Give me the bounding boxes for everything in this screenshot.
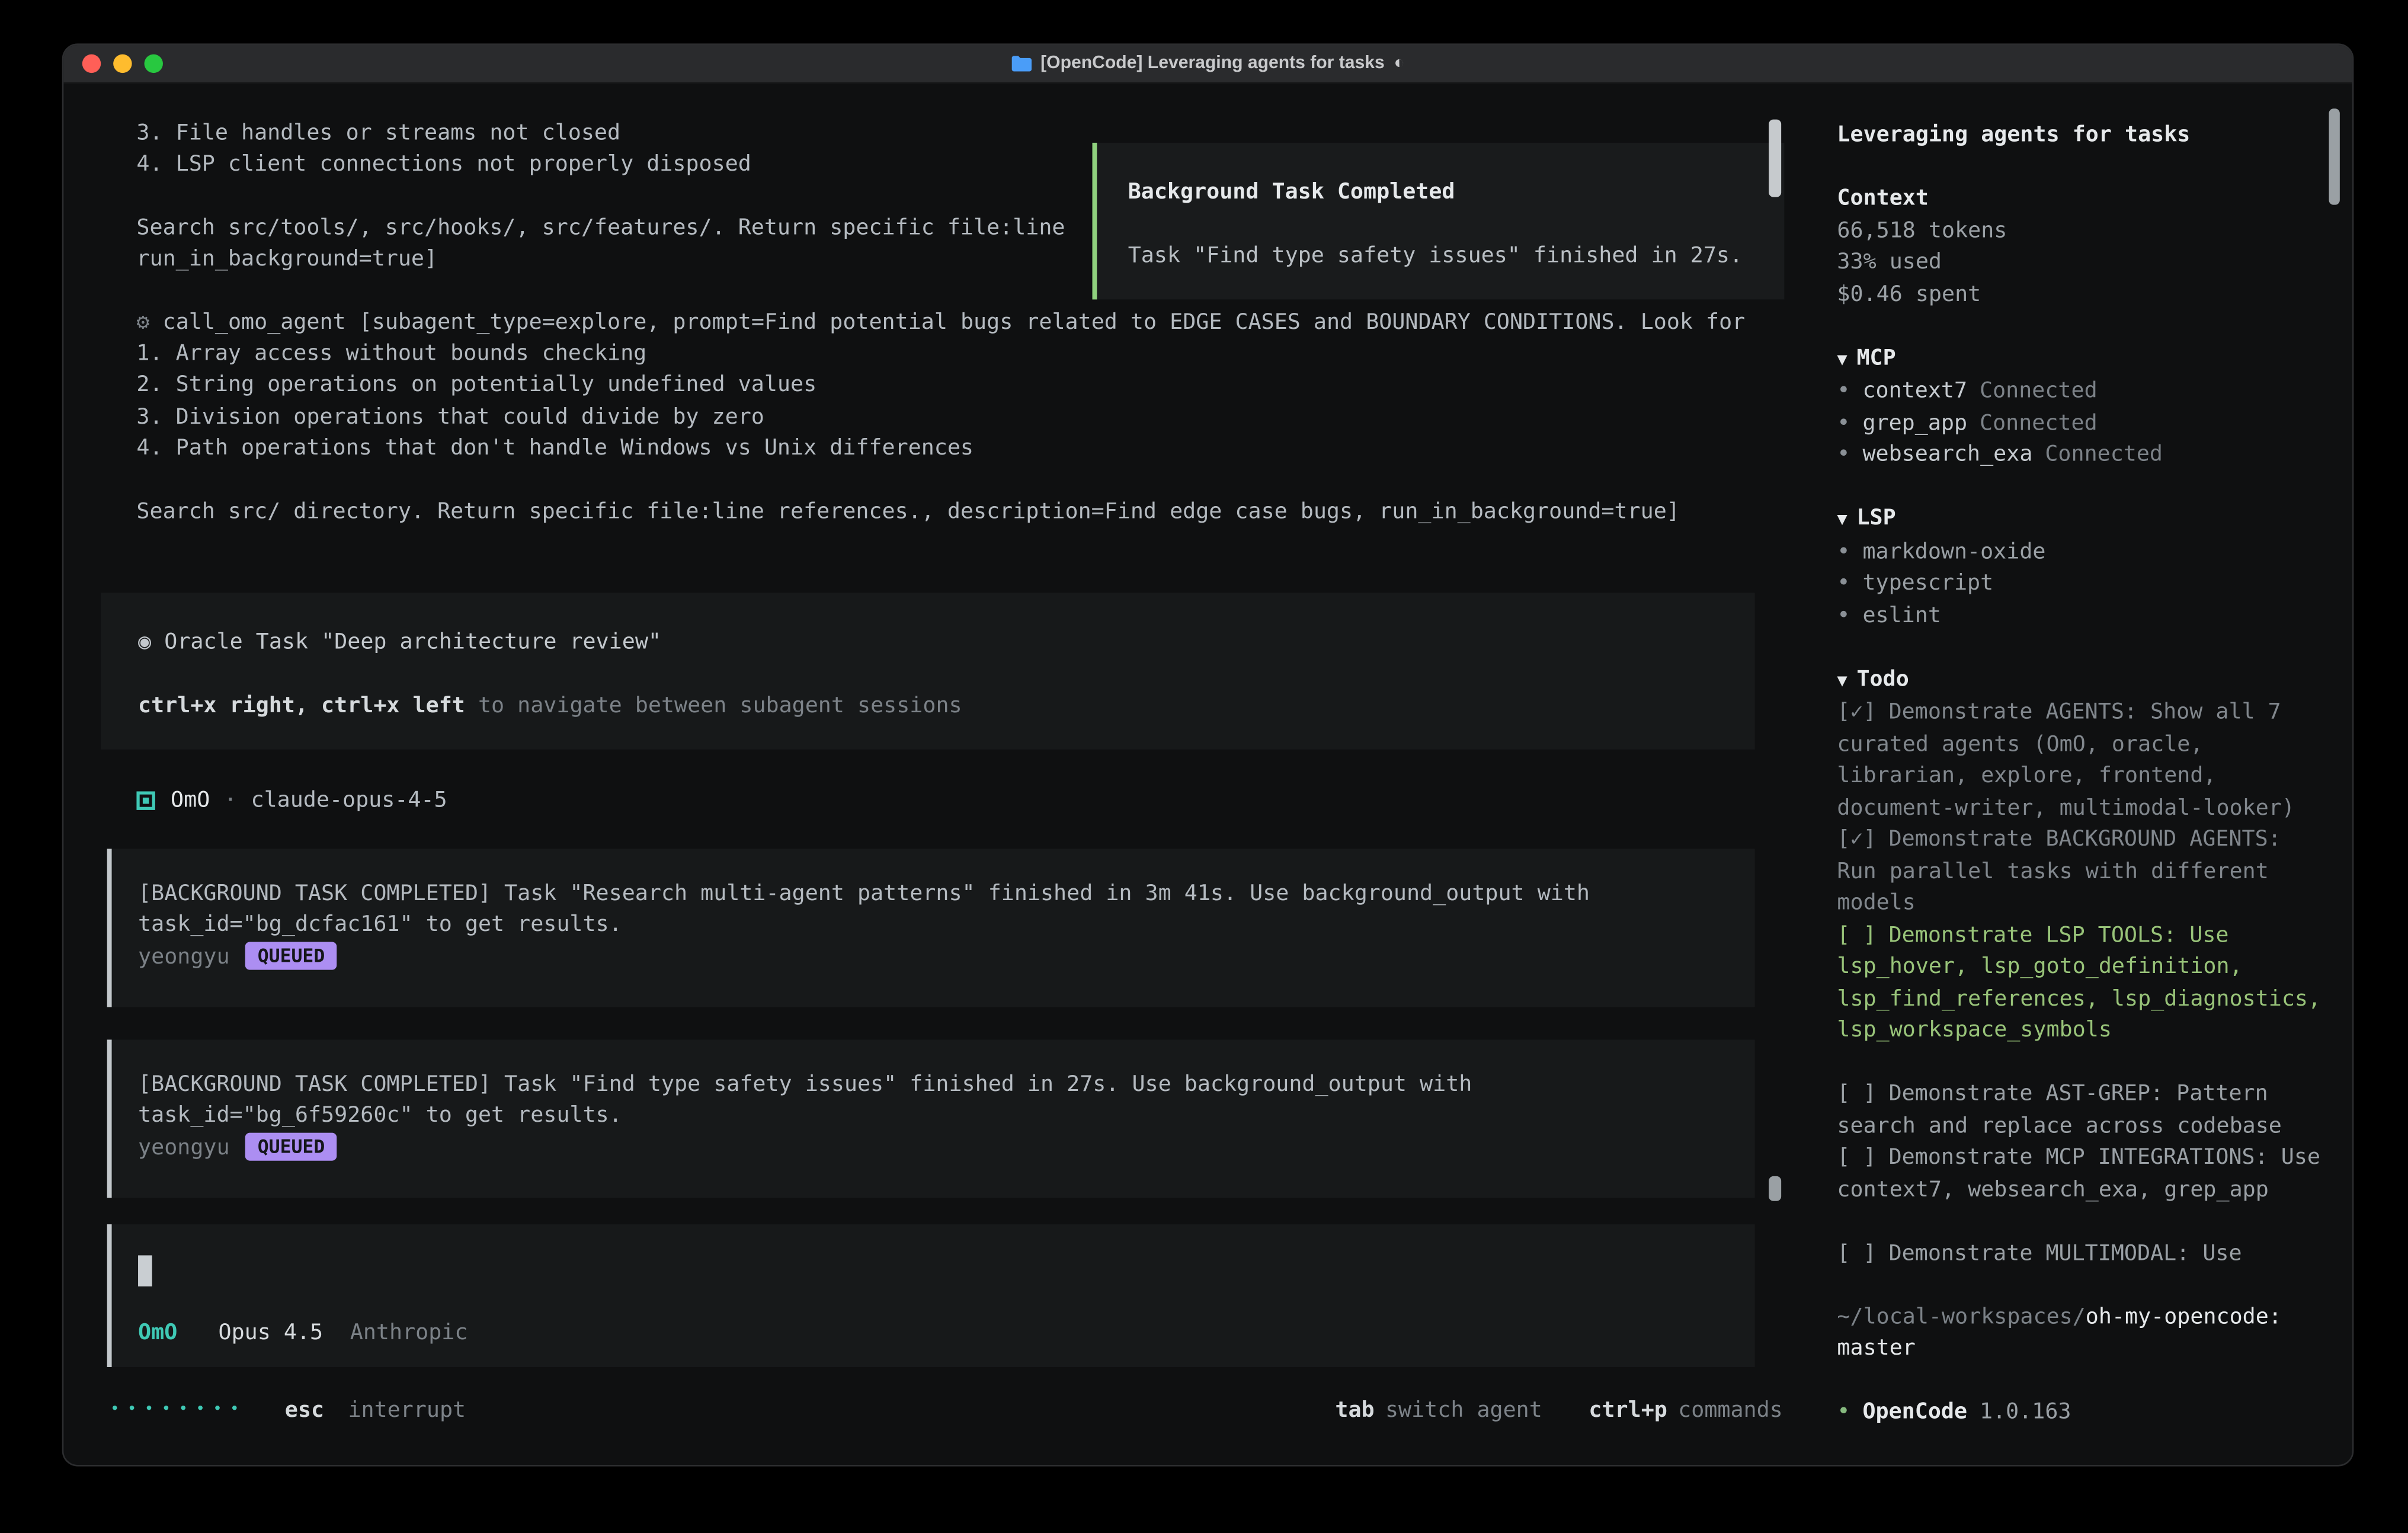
lsp-item: •markdown-oxide	[1837, 536, 2327, 568]
active-model-label: Opus 4.5	[219, 1320, 324, 1345]
message-text: [BACKGROUND TASK COMPLETED] Task "Find t…	[138, 1069, 1724, 1100]
titlebar[interactable]: [OpenCode] Leveraging agents for tasks ◐	[63, 45, 2352, 84]
desktop-background: [OpenCode] Leveraging agents for tasks ◐…	[0, 0, 2408, 1533]
oracle-task-panel: ◉ Oracle Task "Deep architecture review"…	[101, 593, 1754, 749]
window-title-text: [OpenCode] Leveraging agents for tasks	[1040, 55, 1385, 73]
todo-item: [ ]Demonstrate MULTIMODAL: Use	[1837, 1237, 2327, 1269]
todo-item: [ ]Demonstrate AST-GREP: Pattern search …	[1837, 1078, 2327, 1142]
text-cursor	[138, 1255, 152, 1286]
mcp-item: •grep_appConnected	[1837, 407, 2327, 439]
checkbox-empty-icon: [ ]	[1837, 923, 1876, 948]
agent-checkbox-icon	[136, 792, 155, 810]
spinner-dots-icon: ••••••••	[110, 1401, 247, 1419]
tool-call-item: 3. Division operations that could divide…	[136, 401, 1745, 433]
bullet-icon: •	[1837, 603, 1850, 628]
commands-hint: ctrl+pcommands	[1589, 1395, 1782, 1426]
active-agent-label: OmO	[138, 1320, 177, 1345]
tool-call-footer: Search src/ directory. Return specific f…	[136, 496, 1745, 527]
context-heading: Context	[1837, 183, 2327, 215]
agent-header: OmO · claude-opus-4-5	[136, 785, 447, 817]
todo-item: [ ]Demonstrate MCP INTEGRATIONS: Use con…	[1837, 1142, 2327, 1205]
separator-dot: ·	[224, 785, 237, 817]
bullet-icon: •	[1837, 1400, 1850, 1425]
bullet-icon: •	[1837, 379, 1850, 404]
todo-item: [✓]Demonstrate BACKGROUND AGENTS: Run pa…	[1837, 824, 2327, 919]
statusbar-left: •••••••• esc interrupt	[110, 1395, 466, 1426]
gear-icon: ⚙	[136, 310, 149, 335]
window-title: [OpenCode] Leveraging agents for tasks ◐	[63, 45, 2352, 82]
message-meta: yeongyu QUEUED	[138, 941, 1724, 972]
statusbar-right: tabswitch agent ctrl+pcommands	[1335, 1395, 1782, 1426]
message-text: task_id="bg_dcfac161" to get results.	[138, 910, 1724, 941]
app-version: •OpenCode1.0.163	[1837, 1397, 2327, 1429]
toast-body: Task "Find type safety issues" finished …	[1128, 240, 1753, 271]
scrollbar-thumb[interactable]	[1769, 120, 1781, 197]
chevron-down-icon: ▼	[1837, 509, 1847, 529]
minimize-button[interactable]	[113, 55, 132, 73]
oracle-task-title: ◉ Oracle Task "Deep architecture review"	[138, 627, 1755, 658]
session-sidebar: Leveraging agents for tasks Context 66,5…	[1813, 84, 2352, 1465]
toast-title: Background Task Completed	[1128, 177, 1753, 209]
checkbox-empty-icon: [ ]	[1837, 1241, 1876, 1266]
close-button[interactable]	[82, 55, 101, 73]
bullet-icon: •	[1837, 442, 1850, 467]
message-text: task_id="bg_6f59260c" to get results.	[138, 1100, 1724, 1132]
queued-message[interactable]: [BACKGROUND TASK COMPLETED] Task "Resear…	[107, 849, 1755, 1007]
bullet-icon: •	[1837, 411, 1850, 436]
tab-hint: tabswitch agent	[1335, 1395, 1542, 1426]
agent-model: claude-opus-4-5	[251, 785, 447, 817]
tool-call-item: 1. Array access without bounds checking	[136, 338, 1745, 370]
esc-key-label: interrupt	[348, 1398, 466, 1423]
status-badge: QUEUED	[245, 1132, 337, 1160]
folder-icon	[1011, 56, 1031, 71]
lsp-item: •typescript	[1837, 568, 2327, 600]
bullet-icon: •	[1837, 571, 1850, 596]
chevron-down-icon: ▼	[1837, 348, 1847, 369]
todo-item: [ ]Demonstrate LSP TOOLS: Use lsp_hover,…	[1837, 920, 2327, 1047]
tool-call-item: 4. Path operations that don't handle Win…	[136, 433, 1745, 465]
background-task-toast: Background Task Completed Task "Find typ…	[1092, 143, 1784, 299]
scrollbar-thumb[interactable]	[1769, 1176, 1781, 1201]
status-badge: QUEUED	[245, 941, 337, 969]
author-name: yeongyu	[138, 945, 230, 969]
title-spinner-icon: ◐	[1394, 55, 1405, 73]
tool-call-header: ⚙ call_omo_agent [subagent_type=explore,…	[136, 307, 1745, 338]
agent-name: OmO	[171, 785, 210, 817]
session-title: Leveraging agents for tasks	[1837, 120, 2327, 152]
workspace-path: ~/local-workspaces/oh-my-opencode: maste…	[1837, 1301, 2327, 1365]
mcp-section-header[interactable]: ▼MCP	[1837, 342, 2327, 375]
context-spent: $0.46 spent	[1837, 279, 2327, 311]
mcp-item: •websearch_exaConnected	[1837, 439, 2327, 471]
context-used: 33% used	[1837, 247, 2327, 279]
mcp-item: •context7Connected	[1837, 376, 2327, 408]
status-bar: •••••••• esc interrupt tabswitch agent c…	[110, 1395, 1783, 1426]
todo-section-header[interactable]: ▼Todo	[1837, 663, 2327, 696]
context-tokens: 66,518 tokens	[1837, 215, 2327, 247]
author-name: yeongyu	[138, 1135, 230, 1160]
chat-pane: 3. File handles or streams not closed 4.…	[63, 84, 1812, 1465]
prompt-input[interactable]: OmO Opus 4.5 Anthropic	[107, 1224, 1755, 1367]
sidebar-scrollbar-thumb[interactable]	[2329, 108, 2340, 204]
checkbox-checked-icon: [✓]	[1837, 827, 1876, 852]
lsp-section-header[interactable]: ▼LSP	[1837, 503, 2327, 536]
checkbox-checked-icon: [✓]	[1837, 700, 1876, 725]
queued-message[interactable]: [BACKGROUND TASK COMPLETED] Task "Find t…	[107, 1039, 1755, 1198]
message-meta: yeongyu QUEUED	[138, 1132, 1724, 1164]
checkbox-empty-icon: [ ]	[1837, 1145, 1876, 1170]
checkbox-empty-icon: [ ]	[1837, 1081, 1876, 1106]
bullet-icon: •	[1837, 539, 1850, 564]
message-text: [BACKGROUND TASK COMPLETED] Task "Resear…	[138, 878, 1724, 910]
model-selector[interactable]: OmO Opus 4.5 Anthropic	[138, 1317, 467, 1348]
provider-label: Anthropic	[350, 1320, 468, 1345]
subagent-nav-hint: ctrl+x right, ctrl+x left to navigate be…	[138, 690, 1755, 721]
terminal-window: [OpenCode] Leveraging agents for tasks ◐…	[62, 43, 2354, 1466]
lsp-item: •eslint	[1837, 600, 2327, 632]
tool-call-item: 2. String operations on potentially unde…	[136, 370, 1745, 401]
record-icon: ◉	[138, 630, 151, 655]
esc-key-hint: esc	[285, 1398, 324, 1423]
traffic-lights	[82, 55, 163, 73]
todo-item: [✓]Demonstrate AGENTS: Show all 7 curate…	[1837, 697, 2327, 824]
chevron-down-icon: ▼	[1837, 670, 1847, 690]
zoom-button[interactable]	[145, 55, 163, 73]
